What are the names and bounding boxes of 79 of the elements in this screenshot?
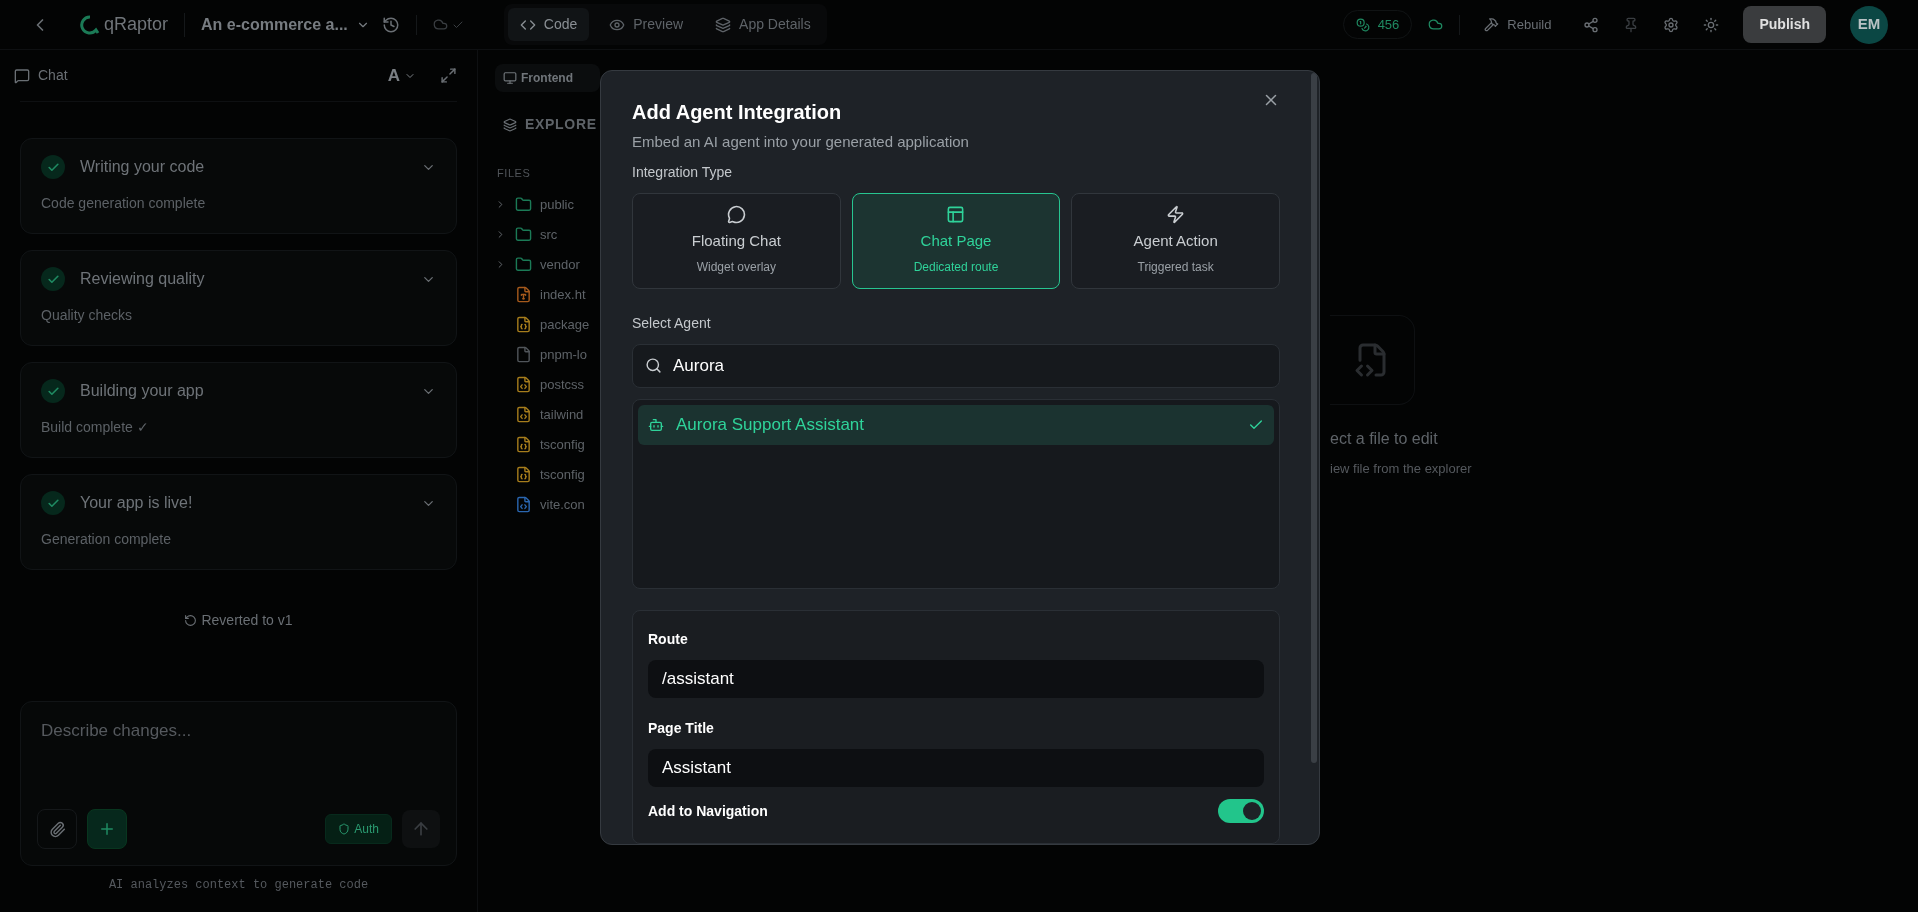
cloud-icon[interactable] <box>1428 17 1444 32</box>
step-title: Writing your code <box>80 157 205 177</box>
history-icon[interactable] <box>381 15 400 34</box>
auth-chip[interactable]: Auth <box>325 814 392 844</box>
chat-bubble-icon <box>726 205 746 225</box>
cloud-icon <box>432 17 448 32</box>
select-agent-label: Select Agent <box>632 313 712 333</box>
step-title: Building your app <box>80 381 204 401</box>
view-tab[interactable]: App Details <box>703 8 823 41</box>
publish-button[interactable]: Publish <box>1743 6 1826 43</box>
shield-icon <box>338 823 351 835</box>
file-name[interactable]: index.ht <box>540 284 586 305</box>
expand-icon[interactable] <box>440 67 457 84</box>
agent-option[interactable]: Aurora Support Assistant <box>638 404 1274 445</box>
view-tab[interactable]: Code <box>507 8 590 41</box>
scrollbar-thumb[interactable] <box>1311 73 1317 763</box>
integration-type-card[interactable]: Chat Page Dedicated route <box>851 192 1061 289</box>
hammer-icon <box>1484 17 1500 32</box>
file-name[interactable]: postcss <box>540 374 585 395</box>
agent-search-field[interactable]: Aurora <box>632 343 1280 388</box>
logo-text: qRaptor <box>104 13 169 36</box>
sun-icon[interactable] <box>1703 16 1720 33</box>
avatar[interactable]: EM <box>1850 5 1888 44</box>
integration-type-card[interactable]: Floating Chat Widget overlay <box>632 192 841 289</box>
lightning-icon <box>1166 205 1186 225</box>
file-name[interactable]: vite.con <box>540 494 585 515</box>
project-title[interactable]: An e-commerce a... <box>201 12 370 37</box>
plus-icon <box>98 820 116 838</box>
frontend-tab[interactable]: Frontend <box>495 64 600 92</box>
dialog-title: Add Agent Integration <box>632 100 843 125</box>
empty-hint: iew file from the explorer <box>1330 460 1473 478</box>
revert-icon <box>184 614 198 627</box>
file-name[interactable]: tailwind <box>540 404 584 425</box>
layers-icon <box>715 16 732 33</box>
files-heading: FILES <box>497 166 532 181</box>
step-title: Your app is live! <box>80 493 193 513</box>
chat-icon <box>14 67 30 84</box>
folder-name[interactable]: src <box>540 224 558 245</box>
integration-type-label: Integration Type <box>632 162 734 182</box>
navigation-toggle[interactable] <box>1218 799 1264 823</box>
rebuild-button[interactable]: Rebuild <box>1476 10 1560 39</box>
attach-button[interactable] <box>37 809 77 849</box>
dialog-subtitle: Embed an AI agent into your generated application <box>632 132 970 152</box>
chat-title: Chat <box>38 66 68 85</box>
route-input[interactable]: /assistant <box>648 660 1264 698</box>
view-tab[interactable]: Preview <box>597 8 696 41</box>
file-name[interactable]: tsconfig <box>540 434 585 455</box>
step-detail: Code generation complete <box>41 194 207 213</box>
font-size-button[interactable]: A <box>387 62 416 89</box>
step-detail: Generation complete <box>41 530 172 549</box>
explorer-title: EXPLORE <box>525 115 597 134</box>
revert-note: Reverted to v1 <box>201 611 293 630</box>
step-title: Reviewing quality <box>80 269 205 289</box>
search-icon <box>645 356 662 374</box>
file-name[interactable]: package <box>540 314 590 335</box>
layers-icon <box>503 117 517 132</box>
empty-title: ect a file to edit <box>1330 429 1439 449</box>
folder-name[interactable]: vendor <box>540 254 580 275</box>
file-name[interactable]: pnpm-lo <box>540 344 587 365</box>
page-title-label: Page Title <box>648 719 715 738</box>
step-detail: Quality checks <box>41 306 134 325</box>
share-icon[interactable] <box>1583 16 1600 33</box>
add-button[interactable] <box>87 809 127 849</box>
settings-icon[interactable] <box>1663 16 1680 33</box>
route-label: Route <box>648 630 689 649</box>
layout-icon <box>946 205 966 225</box>
step-detail: Build complete ✓ <box>41 418 150 437</box>
paperclip-icon <box>48 820 66 838</box>
folder-name[interactable]: public <box>540 194 574 215</box>
page-title-input[interactable]: Assistant <box>648 749 1264 787</box>
monitor-icon <box>503 71 517 85</box>
coins-icon <box>1355 17 1370 32</box>
footer-note: AI analyzes context to generate code <box>107 877 370 894</box>
prompt-input[interactable]: Describe changes... <box>37 718 440 744</box>
add-to-navigation-label: Add to Navigation <box>648 801 769 821</box>
integration-type-card[interactable]: Agent Action Triggered task <box>1071 192 1280 289</box>
logo-icon <box>80 14 100 35</box>
file-name[interactable]: tsconfig <box>540 464 585 485</box>
robot-icon <box>648 416 664 433</box>
